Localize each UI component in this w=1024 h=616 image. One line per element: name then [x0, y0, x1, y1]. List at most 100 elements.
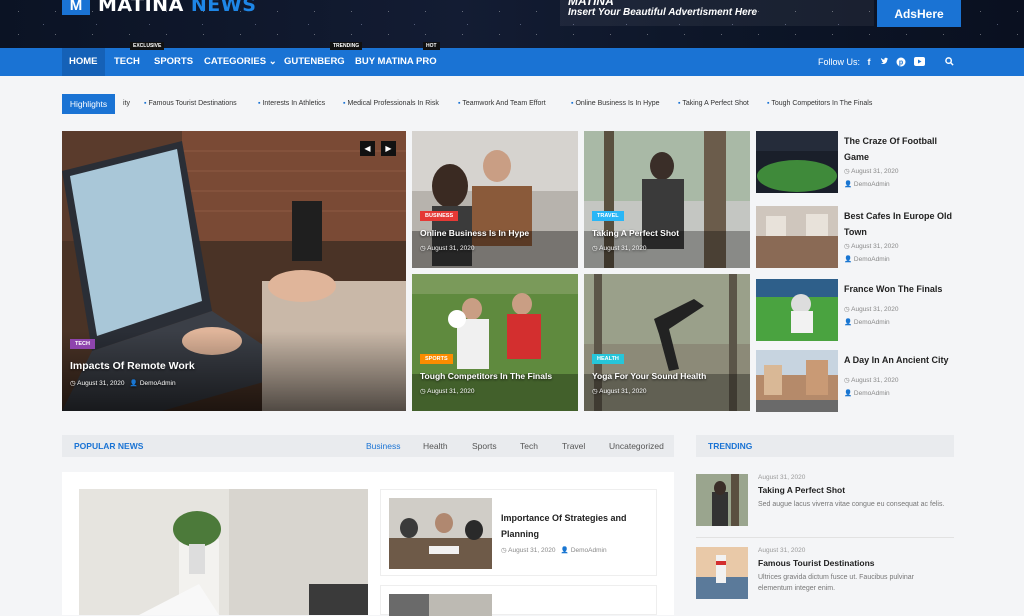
category-badge[interactable]: HEALTH: [592, 354, 624, 364]
nav-item-tech[interactable]: EXCLUSIVE TECH: [114, 42, 165, 76]
tab-tech[interactable]: Tech: [520, 435, 538, 457]
pinterest-icon[interactable]: p: [896, 57, 906, 67]
hero-grid-title[interactable]: Taking A Perfect Shot: [592, 228, 679, 238]
trending-image: [696, 474, 748, 526]
facebook-icon[interactable]: f: [864, 57, 874, 67]
category-badge[interactable]: SPORTS: [420, 354, 453, 364]
slider-next-button[interactable]: ▶: [381, 141, 396, 156]
follow-us-label: Follow Us:: [818, 57, 861, 67]
ticker-item[interactable]: Teamwork And Team Effort: [458, 100, 545, 107]
trending-date: August 31, 2020: [758, 547, 806, 554]
side-post-date: ◷ August 31, 2020: [844, 377, 899, 384]
tab-business[interactable]: Business: [366, 435, 401, 457]
trending-date: August 31, 2020: [758, 474, 806, 481]
trending-item[interactable]: August 31, 2020 Famous Tourist Destinati…: [696, 547, 954, 601]
side-post[interactable]: France Won The Finals ◷ August 31, 2020 …: [756, 279, 956, 341]
hero-grid-title[interactable]: Online Business Is In Hype: [420, 228, 529, 238]
twitter-icon[interactable]: [879, 57, 889, 67]
logo-text: MATINA NEWS: [98, 0, 257, 16]
hot-tag: HOT: [423, 42, 440, 50]
popular-news-row[interactable]: [380, 585, 657, 616]
user-icon: 👤: [560, 547, 569, 554]
popular-row-image: [389, 498, 492, 569]
category-badge[interactable]: TECH: [70, 339, 95, 349]
hero-grid-card[interactable]: SPORTS Tough Competitors In The Finals ◷…: [412, 274, 578, 411]
clock-icon: ◷: [420, 245, 426, 252]
ticker-item[interactable]: Medical Professionals In Risk: [343, 100, 438, 107]
nav-item-categories[interactable]: CATEGORIES ⌄: [204, 48, 277, 76]
hero-main-title[interactable]: Impacts Of Remote Work: [70, 360, 195, 372]
tab-travel[interactable]: Travel: [562, 435, 585, 457]
svg-text:p: p: [899, 60, 903, 67]
ads-here-button[interactable]: AdsHere: [877, 0, 961, 27]
trending-excerpt: Ultrices gravida dictum fusce ut. Faucib…: [758, 574, 915, 592]
trending-item-title[interactable]: Taking A Perfect Shot: [758, 485, 845, 495]
hero-grid-card[interactable]: BUSINESS Online Business Is In Hype ◷ Au…: [412, 131, 578, 268]
ticker-item[interactable]: Interests In Athletics: [258, 100, 325, 107]
side-post-image: [756, 131, 838, 193]
search-icon[interactable]: [944, 57, 954, 67]
clock-icon: ◷: [501, 547, 507, 554]
clock-icon: ◷: [420, 388, 426, 395]
side-post-author: 👤 DemoAdmin: [844, 390, 890, 397]
trending-excerpt: Sed augue lacus viverra vitae congue eu …: [758, 501, 945, 508]
trending-item[interactable]: August 31, 2020 Taking A Perfect Shot Se…: [696, 474, 954, 528]
side-post-image: [756, 206, 838, 268]
nav-item-home[interactable]: HOME: [62, 48, 105, 76]
side-post-title[interactable]: Best Cafes In Europe Old Town: [844, 208, 958, 240]
highlights-ticker: Highlights ity Famous Tourist Destinatio…: [0, 88, 1024, 120]
side-post-title[interactable]: A Day In An Ancient City: [844, 352, 958, 368]
category-badge[interactable]: BUSINESS: [420, 211, 459, 221]
side-post-date: ◷ August 31, 2020: [844, 168, 899, 175]
ticker-item[interactable]: Online Business Is In Hype: [571, 100, 659, 107]
clock-icon: ◷: [844, 377, 850, 384]
site-header: M MATINA NEWS MATINA Insert Your Beautif…: [0, 0, 1024, 48]
popular-featured-image: [79, 489, 368, 615]
youtube-icon[interactable]: [914, 57, 925, 67]
nav-item-gutenberg[interactable]: TRENDING GUTENBERG: [284, 42, 363, 76]
ticker-item[interactable]: Famous Tourist Destinations: [144, 100, 236, 107]
hero-grid-title[interactable]: Yoga For Your Sound Health: [592, 371, 706, 381]
category-badge[interactable]: TRAVEL: [592, 211, 624, 221]
user-icon: 👤: [844, 390, 853, 397]
nav-item-sports[interactable]: SPORTS: [154, 48, 193, 76]
site-logo[interactable]: M MATINA NEWS: [62, 0, 256, 16]
nav-item-buy-pro[interactable]: HOT BUY MATINA PRO: [355, 42, 440, 76]
user-icon: 👤: [129, 380, 138, 387]
hero-grid-card[interactable]: TRAVEL Taking A Perfect Shot ◷ August 31…: [584, 131, 750, 268]
clock-icon: ◷: [844, 168, 850, 175]
clock-icon: ◷: [592, 245, 598, 252]
ticker-item[interactable]: Tough Competitors In The Finals: [767, 100, 872, 107]
clock-icon: ◷: [592, 388, 598, 395]
popular-news-row[interactable]: Importance Of Strategies and Planning ◷ …: [380, 489, 657, 576]
hero-grid-title[interactable]: Tough Competitors In The Finals: [420, 371, 552, 381]
hero-grid-date: ◷ August 31, 2020: [420, 245, 475, 252]
side-post-title[interactable]: France Won The Finals: [844, 281, 958, 297]
popular-news-title: POPULAR NEWS: [74, 441, 144, 451]
main-nav: HOME EXCLUSIVE TECH SPORTS CATEGORIES ⌄ …: [0, 42, 1024, 76]
logo-mark: M: [62, 0, 90, 15]
hero-main-card[interactable]: ◀ ▶ TECH Impacts Of Remote Work ◷ August…: [62, 131, 406, 411]
side-post[interactable]: A Day In An Ancient City ◷ August 31, 20…: [756, 350, 956, 412]
user-icon: 👤: [844, 319, 853, 326]
popular-featured-card[interactable]: [79, 489, 368, 615]
side-post[interactable]: The Craze Of Football Game ◷ August 31, …: [756, 131, 956, 193]
tab-uncategorized[interactable]: Uncategorized: [609, 435, 664, 457]
side-post-title[interactable]: The Craze Of Football Game: [844, 133, 958, 165]
slider-prev-button[interactable]: ◀: [360, 141, 375, 156]
clock-icon: ◷: [844, 306, 850, 313]
trending-header: TRENDING: [696, 435, 954, 457]
side-post-author: 👤 DemoAdmin: [844, 181, 890, 188]
side-post[interactable]: Best Cafes In Europe Old Town ◷ August 3…: [756, 206, 956, 268]
side-post-image: [756, 279, 838, 341]
ticker-item[interactable]: Taking A Perfect Shot: [678, 100, 749, 107]
ticker-item[interactable]: ity: [123, 100, 130, 107]
popular-row-title[interactable]: Importance Of Strategies and Planning: [501, 510, 651, 542]
trending-item-title[interactable]: Famous Tourist Destinations: [758, 558, 875, 568]
tab-health[interactable]: Health: [423, 435, 448, 457]
side-post-author: 👤 DemoAdmin: [844, 319, 890, 326]
hero-grid-card[interactable]: HEALTH Yoga For Your Sound Health ◷ Augu…: [584, 274, 750, 411]
hero-grid-date: ◷ August 31, 2020: [420, 388, 475, 395]
trending-image: [696, 547, 748, 599]
tab-sports[interactable]: Sports: [472, 435, 497, 457]
